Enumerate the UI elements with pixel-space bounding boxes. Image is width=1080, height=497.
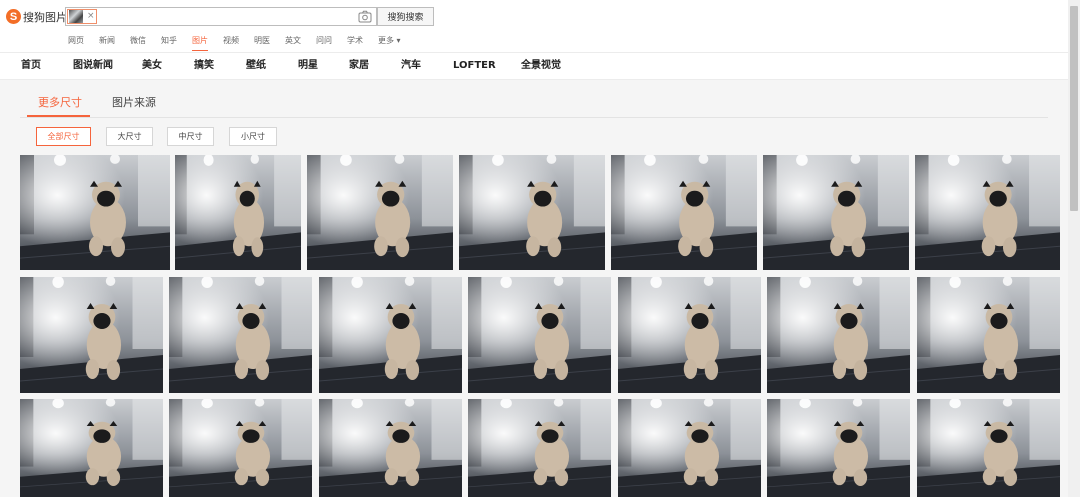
result-image[interactable] [468,277,611,393]
sogou-logo-icon: S [6,9,21,24]
category-8[interactable]: 问问 [316,36,332,46]
category-7[interactable]: 英文 [285,36,301,46]
search-button[interactable]: 搜狗搜索 [377,7,434,26]
category-1[interactable]: 新闻 [99,36,115,46]
result-image[interactable] [175,155,301,270]
result-image[interactable] [319,399,462,497]
category-9[interactable]: 学术 [347,36,363,46]
size-filter-0[interactable]: 全部尺寸 [36,127,91,146]
result-image[interactable] [319,277,462,393]
query-image-thumbnail [69,10,83,23]
category-10[interactable]: 更多 ▾ [378,36,401,46]
channel-1[interactable]: 图说新闻 [73,60,113,72]
result-image[interactable] [20,399,163,497]
result-image[interactable] [767,277,910,393]
result-image[interactable] [459,155,605,270]
camera-icon[interactable] [358,10,372,23]
size-filter-2[interactable]: 中尺寸 [167,127,214,146]
channel-0[interactable]: 首页 [21,60,41,72]
size-filter-3[interactable]: 小尺寸 [229,127,277,146]
scrollbar[interactable] [1068,0,1080,497]
result-image[interactable] [20,155,170,270]
channel-2[interactable]: 美女 [142,60,162,72]
channel-7[interactable]: 汽车 [401,60,421,72]
page: S 搜狗图片 × 搜狗搜索 网页 新闻 微信 知乎 图片 视频 明医 英文 问问 学术 更多 ▾ 首… [0,0,1080,497]
result-image[interactable] [468,399,611,497]
tab-more-sizes[interactable]: 更多尺寸 [38,96,82,109]
result-image[interactable] [618,399,761,497]
category-2[interactable]: 微信 [130,36,146,46]
result-image[interactable] [763,155,909,270]
channel-4[interactable]: 壁纸 [246,60,266,72]
result-image[interactable] [20,277,163,393]
main-content: 更多尺寸 图片来源 全部尺寸 大尺寸 中尺寸 小尺寸 [0,80,1068,497]
scroll-thumb[interactable] [1070,6,1078,211]
header: S 搜狗图片 × 搜狗搜索 网页 新闻 微信 知乎 图片 视频 明医 英文 问问 学术 更多 ▾ [0,0,1068,52]
channel-3[interactable]: 搞笑 [194,60,214,72]
category-0[interactable]: 网页 [68,36,84,46]
logo-text: 搜狗图片 [23,10,67,24]
tab-divider [20,117,1048,118]
channel-8[interactable]: LOFTER [453,60,496,72]
chip-close-icon[interactable]: × [87,10,95,23]
channel-9[interactable]: 全景视觉 [521,60,561,72]
category-nav: 网页 新闻 微信 知乎 图片 视频 明医 英文 问问 学术 更多 ▾ [68,36,416,51]
result-image[interactable] [618,277,761,393]
result-image[interactable] [169,277,312,393]
result-image[interactable] [767,399,910,497]
channel-5[interactable]: 明星 [298,60,318,72]
search-input[interactable]: × [65,7,377,26]
channel-bar: 首页 图说新闻 美女 搞笑 壁纸 明星 家居 汽车 LOFTER 全景视觉 [0,52,1068,80]
category-6[interactable]: 明医 [254,36,270,46]
category-5[interactable]: 视频 [223,36,239,46]
logo[interactable]: S 搜狗图片 [6,8,67,25]
result-image[interactable] [307,155,453,270]
result-image[interactable] [915,155,1060,270]
channel-6[interactable]: 家居 [349,60,369,72]
category-4[interactable]: 图片 [192,36,208,51]
tab-image-source[interactable]: 图片来源 [112,96,156,109]
result-image[interactable] [917,277,1060,393]
query-image-chip: × [67,9,97,24]
size-filter-1[interactable]: 大尺寸 [106,127,153,146]
category-3[interactable]: 知乎 [161,36,177,46]
result-image[interactable] [611,155,757,270]
result-image[interactable] [917,399,1060,497]
result-image[interactable] [169,399,312,497]
